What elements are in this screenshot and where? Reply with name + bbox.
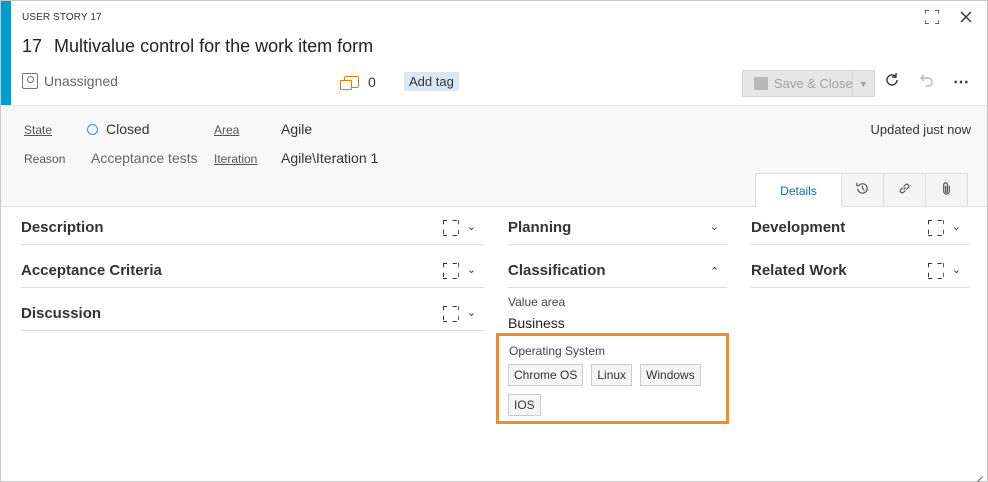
close-icon[interactable] xyxy=(955,7,977,27)
operating-system-control-highlight: Operating System Chrome OS Linux Windows… xyxy=(496,333,729,424)
area-field[interactable]: Agile xyxy=(281,121,312,137)
development-controls: ⌄ xyxy=(928,220,961,234)
comments-icon xyxy=(340,76,359,90)
work-item-toolbar: Unassigned 0 Add tag Save & Close ▼ ⋯ xyxy=(22,70,972,97)
resize-grip-icon[interactable] xyxy=(973,467,983,477)
discussion-controls: ⌄ xyxy=(443,306,476,320)
more-actions-icon[interactable]: ⋯ xyxy=(951,72,971,92)
work-item-id: 17 xyxy=(22,36,43,56)
tab-details[interactable]: Details xyxy=(755,173,842,207)
link-icon xyxy=(897,181,912,199)
state-label: State xyxy=(24,123,53,137)
description-section[interactable]: Description ⌄ xyxy=(21,215,484,245)
unassigned-avatar-icon xyxy=(22,73,38,89)
maximize-icon[interactable] xyxy=(443,306,457,320)
chevron-down-icon[interactable]: ⌄ xyxy=(467,263,476,277)
maximize-icon[interactable] xyxy=(443,220,457,234)
planning-controls: ⌄ xyxy=(710,220,719,234)
development-section[interactable]: Development ⌄ xyxy=(751,215,969,245)
related-work-header: Related Work xyxy=(751,262,847,279)
chevron-down-icon[interactable]: ⌄ xyxy=(710,220,719,234)
assigned-to-control[interactable]: Unassigned xyxy=(22,73,118,89)
planning-section[interactable]: Planning ⌄ xyxy=(508,215,727,245)
work-item-header: USER STORY 17 17 Multivalue control for … xyxy=(1,1,987,105)
undo-icon[interactable] xyxy=(917,72,937,93)
maximize-icon[interactable] xyxy=(443,263,457,277)
iteration-label: Iteration xyxy=(214,152,258,166)
chevron-down-icon[interactable]: ⌄ xyxy=(952,220,961,234)
tab-links[interactable] xyxy=(883,173,926,206)
work-item-title-row: 17 Multivalue control for the work item … xyxy=(22,36,373,57)
iteration-field[interactable]: Agile\Iteration 1 xyxy=(281,150,378,166)
comment-count: 0 xyxy=(368,74,376,90)
value-area-label: Value area xyxy=(508,295,566,309)
related-work-section[interactable]: Related Work ⌄ xyxy=(751,258,969,288)
os-chip-ios[interactable]: IOS xyxy=(508,394,541,416)
save-and-close-button[interactable]: Save & Close ▼ xyxy=(742,70,875,97)
tab-attachments[interactable] xyxy=(925,173,968,206)
add-tag-button[interactable]: Add tag xyxy=(404,72,459,91)
comments-indicator[interactable]: 0 xyxy=(340,74,376,90)
acceptance-criteria-header: Acceptance Criteria xyxy=(21,262,162,279)
planning-header: Planning xyxy=(508,219,572,236)
discussion-section[interactable]: Discussion ⌄ xyxy=(21,301,484,331)
os-chip-linux[interactable]: Linux xyxy=(591,364,633,386)
save-disk-icon xyxy=(754,77,768,90)
maximize-icon[interactable] xyxy=(928,263,942,277)
work-item-fields-panel: State Closed Reason Acceptance tests Are… xyxy=(1,105,987,207)
chevron-down-icon[interactable]: ⌄ xyxy=(952,263,961,277)
updated-status: Updated just now xyxy=(870,122,971,137)
os-chip-windows[interactable]: Windows xyxy=(640,364,701,386)
development-header: Development xyxy=(751,219,846,236)
acceptance-criteria-controls: ⌄ xyxy=(443,263,476,277)
maximize-icon[interactable] xyxy=(921,7,943,27)
area-label: Area xyxy=(214,123,240,137)
state-field[interactable]: Closed xyxy=(87,121,150,137)
tab-history[interactable] xyxy=(841,173,884,206)
work-item-tabs: Details xyxy=(755,173,968,207)
description-controls: ⌄ xyxy=(443,220,476,234)
chevron-up-icon[interactable]: ⌄ xyxy=(710,263,719,277)
maximize-icon[interactable] xyxy=(928,220,942,234)
state-circle-icon xyxy=(87,124,98,135)
discussion-header: Discussion xyxy=(21,305,102,322)
assignee-name: Unassigned xyxy=(44,73,118,89)
refresh-icon[interactable] xyxy=(882,72,902,93)
operating-system-multivalue[interactable]: Chrome OS Linux Windows IOS xyxy=(508,364,718,416)
paperclip-icon xyxy=(940,181,953,199)
work-item-title[interactable]: Multivalue control for the work item for… xyxy=(54,36,373,57)
reason-label: Reason xyxy=(24,152,66,166)
reason-field[interactable]: Acceptance tests xyxy=(91,150,198,166)
description-header: Description xyxy=(21,219,104,236)
os-chip-chrome-os[interactable]: Chrome OS xyxy=(508,364,584,386)
operating-system-label: Operating System xyxy=(509,344,606,358)
acceptance-criteria-section[interactable]: Acceptance Criteria ⌄ xyxy=(21,258,484,288)
chevron-down-icon[interactable]: ⌄ xyxy=(467,220,476,234)
state-value: Closed xyxy=(106,121,150,137)
related-work-controls: ⌄ xyxy=(928,263,961,277)
work-item-window: USER STORY 17 17 Multivalue control for … xyxy=(0,0,988,482)
work-item-type-label: USER STORY 17 xyxy=(22,12,102,23)
history-icon xyxy=(855,181,870,199)
chevron-down-icon[interactable]: ⌄ xyxy=(467,306,476,320)
save-dropdown-chevron-icon[interactable]: ▼ xyxy=(852,71,874,96)
save-and-close-label: Save & Close xyxy=(774,76,853,91)
value-area-field[interactable]: Business xyxy=(508,315,565,331)
window-controls xyxy=(921,7,977,27)
classification-section[interactable]: Classification ⌄ xyxy=(508,258,727,288)
classification-header: Classification xyxy=(508,262,606,279)
classification-controls: ⌄ xyxy=(710,263,719,277)
